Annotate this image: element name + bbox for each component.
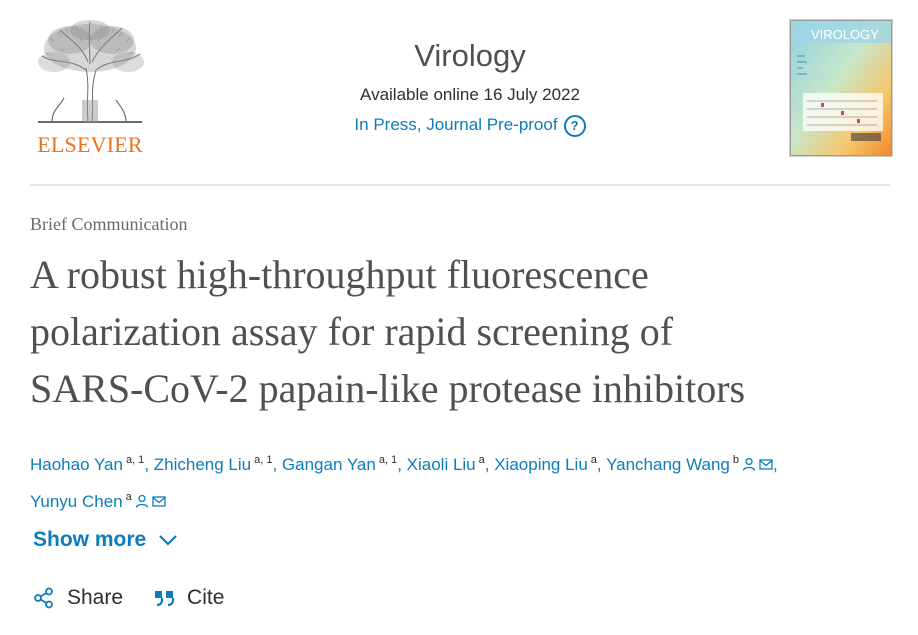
author-list: Haohao Yan a, 1, Zhicheng Liu a, 1, Gangan… [30, 454, 778, 511]
cover-artwork: VIROLOGY [791, 21, 891, 155]
question-circle-icon[interactable]: ? [563, 114, 586, 137]
show-more-label: Show more [33, 528, 147, 551]
author-link[interactable]: Gangan Yan a, 1 [281, 454, 398, 474]
journal-cover-thumbnail[interactable]: VIROLOGY [790, 20, 892, 156]
availability-date: Available online 16 July 2022 [360, 85, 580, 104]
envelope-icon [759, 459, 773, 470]
author-name: Haohao Yan [30, 455, 123, 474]
cite-label: Cite [187, 586, 225, 609]
article-title: A robust high-throughput fluorescence po… [30, 246, 900, 417]
author-name: Gangan Yan [281, 455, 376, 474]
author-name: Xiaoli Liu [406, 455, 476, 474]
title-line: A robust high-throughput fluorescence [30, 252, 649, 297]
title-line: polarization assay for rapid screening o… [30, 309, 674, 354]
author-link[interactable]: Xiaoli Liu a [406, 454, 485, 474]
author-affiliation: b [732, 454, 739, 466]
author-affiliation: a, 1 [378, 454, 398, 466]
author-link[interactable]: Yanchang Wang b [606, 454, 773, 474]
title-line: SARS-CoV-2 papain-like protease inhibito… [30, 366, 746, 411]
elsevier-tree-icon [38, 20, 144, 123]
author-name: Yanchang Wang [606, 455, 730, 474]
status-row: In Press, Journal Pre-proof? [270, 114, 670, 137]
author-name: Xiaoping Liu [494, 455, 588, 474]
share-label: Share [67, 586, 124, 609]
elsevier-logo[interactable]: ELSEVIER [30, 18, 150, 158]
author-link[interactable]: Xiaoping Liu a [494, 454, 597, 474]
person-icon [742, 457, 756, 471]
author-link[interactable]: Zhicheng Liu a, 1 [153, 454, 273, 474]
share-icon [34, 587, 53, 609]
author-affiliation: a [590, 454, 597, 466]
journal-header: Virology Available online 16 July 2022 I… [270, 38, 670, 137]
author-affiliation: a, 1 [125, 454, 145, 466]
author-link[interactable]: Yunyu Chen a [30, 491, 166, 511]
author-name: Yunyu Chen [30, 492, 123, 511]
author-name: Zhicheng Liu [153, 455, 252, 474]
cover-title: VIROLOGY [811, 27, 879, 42]
share-button[interactable]: Share [33, 586, 123, 610]
quote-icon [155, 591, 175, 607]
show-more-button[interactable]: Show more [33, 528, 178, 552]
author-affiliation: a [478, 454, 485, 466]
chevron-down-icon [159, 535, 177, 546]
author-affiliation: a, 1 [254, 454, 273, 466]
publisher-name: ELSEVIER [37, 132, 143, 157]
header-divider [30, 184, 890, 186]
journal-title-link[interactable]: Virology [270, 38, 670, 74]
cite-button[interactable]: Cite [153, 586, 224, 610]
article-type: Brief Communication [30, 214, 188, 234]
author-link[interactable]: Haohao Yan a, 1 [30, 454, 145, 474]
article-actions: Share Cite [33, 586, 254, 610]
journal-status-link[interactable]: In Press, Journal Pre-proof [354, 115, 557, 134]
author-affiliation: a [125, 491, 132, 503]
envelope-icon [152, 496, 166, 507]
person-icon [135, 494, 148, 508]
article-page: ELSEVIER Virology Available online 16 Ju… [0, 0, 918, 635]
